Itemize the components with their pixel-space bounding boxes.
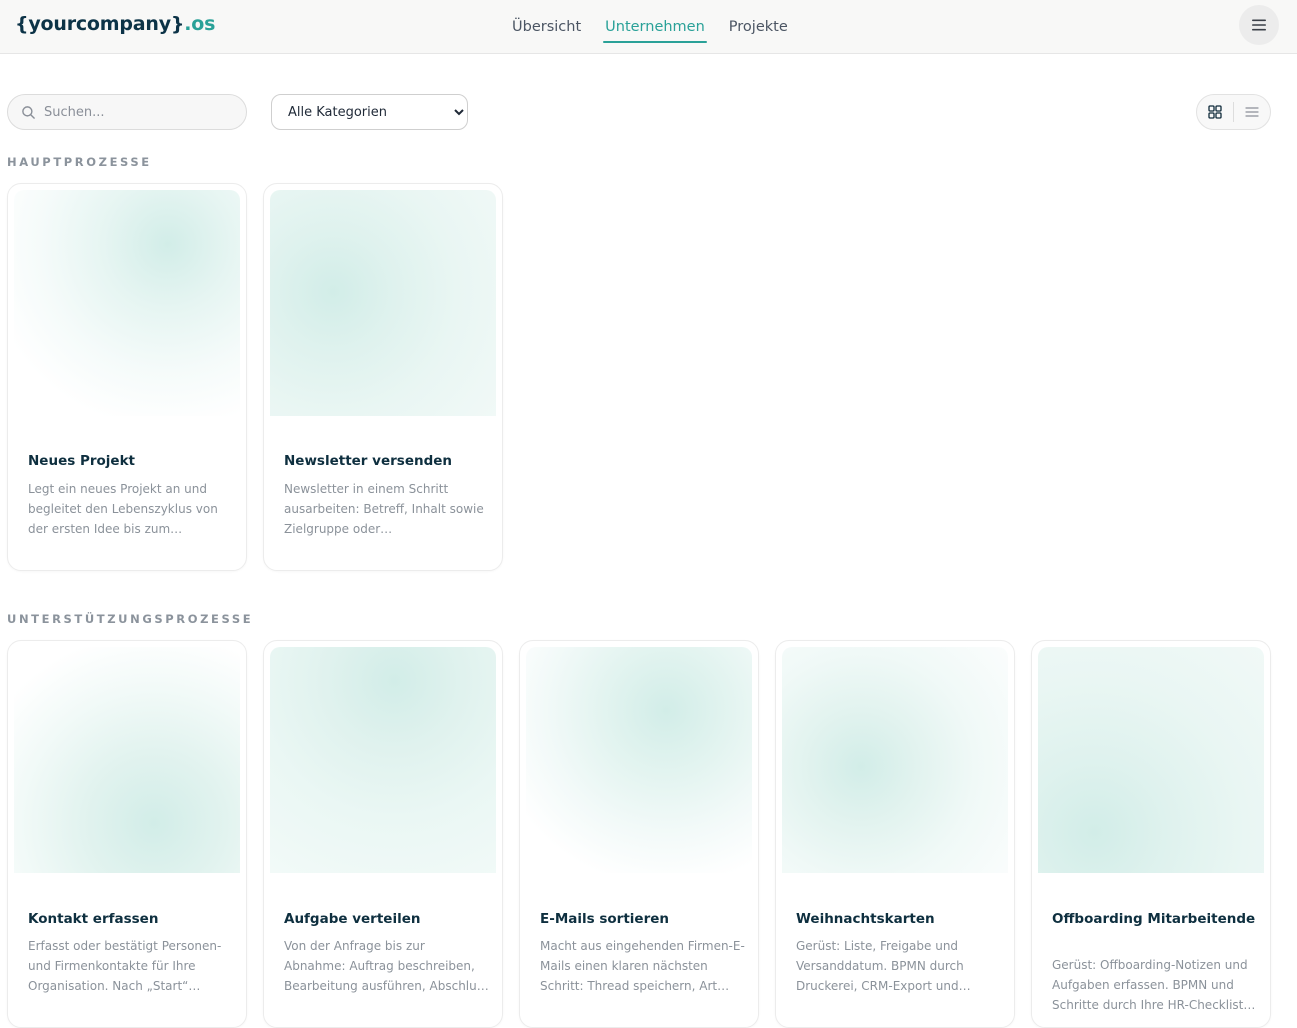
tab-uebersicht[interactable]: Übersicht [500,0,593,54]
tab-projekte[interactable]: Projekte [717,0,800,54]
card-title: E-Mails sortieren [540,911,669,927]
process-card-kontakt-erfassen[interactable]: Kontakt erfassen Erfasst oder bestätigt … [7,640,247,1028]
section-title-hauptprozesse: HAUPTPROZESSE [7,155,152,169]
search-box [7,94,247,130]
card-description: Legt ein neues Projekt an und begleitet … [28,482,218,536]
card-description: Macht aus eingehenden Firmen-E-Mails ein… [540,939,745,993]
section-title-unterstuetzungsprozesse: UNTERSTÜTZUNGSPROZESSE [7,612,254,626]
grid-view-button[interactable] [1197,95,1233,129]
card-title: Kontakt erfassen [28,911,159,927]
search-icon [22,106,35,119]
card-description: Gerüst: Offboarding-Notizen und Aufgaben… [1052,958,1256,1012]
list-view-button[interactable] [1234,95,1270,129]
card-thumbnail [270,647,496,873]
card-description: Erfasst oder bestätigt Personen- und Fir… [28,939,222,993]
list-view-icon [1245,107,1259,117]
card-description: Gerüst: Liste, Freigabe und Versanddatum… [796,939,971,993]
top-bar: {yourcompany}.os Übersicht Unternehmen P… [0,0,1297,54]
card-thumbnail [526,647,752,873]
process-card-offboarding-mitarbeitende[interactable]: Offboarding Mitarbeitende Gerüst: Offboa… [1031,640,1271,1028]
card-description: Newsletter in einem Schritt ausarbeiten:… [284,482,484,536]
process-card-neues-projekt[interactable]: Neues Projekt Legt ein neues Projekt an … [7,183,247,571]
logo-brand: {yourcompany} [15,13,185,35]
view-toggle [1196,94,1271,130]
card-title: Weihnachtskarten [796,911,935,927]
card-title: Aufgabe verteilen [284,911,421,927]
logo-suffix: .os [184,13,216,35]
hamburger-menu-icon [1252,19,1266,31]
card-thumbnail [14,190,240,416]
process-card-newsletter-versenden[interactable]: Newsletter versenden Newsletter in einem… [263,183,503,571]
main-nav: Übersicht Unternehmen Projekte [500,0,800,54]
logo[interactable]: {yourcompany}.os [15,13,215,35]
process-card-e-mails-sortieren[interactable]: E-Mails sortieren Macht aus eingehenden … [519,640,759,1028]
tab-unternehmen[interactable]: Unternehmen [593,0,717,54]
card-thumbnail [1038,647,1264,873]
process-card-aufgabe-verteilen[interactable]: Aufgabe verteilen Von der Anfrage bis zu… [263,640,503,1028]
category-select[interactable]: Alle Kategorien [271,94,468,130]
search-input[interactable] [44,95,239,129]
card-title: Newsletter versenden [284,453,453,469]
card-title: Offboarding Mitarbeitende [1052,911,1256,927]
card-thumbnail [14,647,240,873]
card-thumbnail [782,647,1008,873]
card-description: Von der Anfrage bis zur Abnahme: Auftrag… [284,939,490,993]
card-thumbnail [270,190,496,416]
grid-view-icon [1208,105,1222,119]
process-card-weihnachtskarten[interactable]: Weihnachtskarten Gerüst: Liste, Freigabe… [775,640,1015,1028]
menu-button[interactable] [1239,5,1279,45]
card-title: Neues Projekt [28,453,135,469]
